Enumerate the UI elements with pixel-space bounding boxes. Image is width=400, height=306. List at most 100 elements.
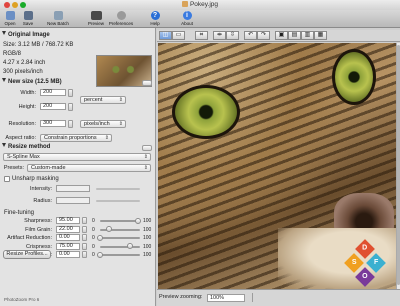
- intensity-slider[interactable]: [96, 188, 140, 190]
- resize-method-select[interactable]: S-Spline Max: [3, 153, 151, 161]
- preferences-button[interactable]: Preferences: [107, 11, 135, 26]
- rotate-left-button[interactable]: ↶: [244, 31, 257, 40]
- fine-tuning-value-field[interactable]: 0.00: [56, 251, 80, 258]
- width-stepper[interactable]: [68, 89, 73, 97]
- fine-tuning-slider[interactable]: [100, 245, 140, 248]
- watermark-letter: F: [373, 259, 379, 266]
- aspect-ratio-select[interactable]: Constrain proportions: [40, 134, 112, 142]
- document-icon: [181, 1, 188, 7]
- slider-min-label: 0: [92, 226, 95, 233]
- watermark-letter: O: [362, 272, 368, 280]
- fine-tuning-stepper[interactable]: [82, 251, 87, 258]
- height-stepper[interactable]: [68, 103, 73, 111]
- vertical-scrollbar[interactable]: [396, 43, 400, 289]
- new-batch-button[interactable]: New Batch: [45, 11, 71, 26]
- fine-tuning-value-field[interactable]: 95.00: [56, 217, 80, 224]
- zoom-window-button[interactable]: [20, 2, 26, 8]
- fine-tuning-value-field[interactable]: 0.00: [56, 234, 80, 241]
- disclosure-triangle-icon: [2, 31, 6, 35]
- status-divider: [252, 293, 253, 302]
- close-window-button[interactable]: [4, 2, 10, 8]
- slider-max-label: 100: [143, 243, 152, 250]
- slider-knob[interactable]: [97, 234, 103, 241]
- help-button[interactable]: ? Help: [146, 11, 164, 26]
- preview-button[interactable]: Preview: [86, 11, 106, 26]
- fine-tuning-stepper[interactable]: [82, 242, 87, 250]
- radius-label: Radius:: [33, 198, 52, 204]
- split-view-button[interactable]: ◫: [159, 31, 172, 40]
- width-label: Width:: [20, 90, 36, 96]
- view-mode-2-button[interactable]: ▤: [288, 31, 301, 40]
- fine-tuning-label: Film Grain:: [25, 226, 52, 233]
- size-unit-select[interactable]: percent: [80, 96, 126, 104]
- new-size-options-button[interactable]: [142, 80, 152, 86]
- resize-method-section-header[interactable]: Resize method: [0, 143, 156, 151]
- fine-tuning-label: Artifact Reduction:: [7, 235, 52, 241]
- presets-label: Presets:: [3, 165, 24, 171]
- minimize-window-button[interactable]: [12, 2, 18, 8]
- rotate-right-button[interactable]: ↷: [257, 31, 270, 40]
- slider-max-label: 100: [143, 235, 152, 241]
- intensity-label: Intensity:: [29, 186, 52, 192]
- resolution-stepper[interactable]: [68, 120, 73, 128]
- new-batch-label: New Batch: [47, 21, 69, 26]
- slider-max-label: 100: [143, 218, 152, 224]
- preferences-label: Preferences: [108, 21, 134, 26]
- resolution-field[interactable]: 300: [40, 120, 66, 127]
- save-button[interactable]: Save: [20, 11, 36, 26]
- original-image-section-header[interactable]: Original Image: [0, 31, 156, 39]
- resolution-unit-select[interactable]: pixels/inch: [80, 120, 126, 128]
- view-mode-1-button[interactable]: ▣: [275, 31, 288, 40]
- unsharp-masking-checkbox[interactable]: [4, 176, 10, 182]
- resize-method-options-button[interactable]: [142, 145, 152, 151]
- help-label: Help: [150, 21, 160, 26]
- watermark-letter: S: [351, 258, 357, 266]
- fine-tuning-stepper[interactable]: [82, 225, 87, 233]
- view-mode-3-button[interactable]: ▥: [301, 31, 314, 40]
- slider-knob[interactable]: [97, 251, 103, 258]
- app-name-footer: PhotoZoom Pro 6: [4, 297, 40, 302]
- slider-knob[interactable]: [135, 217, 141, 224]
- section-title: New size (12.5 MB): [8, 79, 62, 85]
- radius-slider[interactable]: [96, 200, 140, 202]
- cat-eye-left: [172, 85, 240, 139]
- width-field[interactable]: 200: [40, 89, 66, 96]
- gear-icon: [116, 11, 126, 20]
- settings-sidebar: Original Image Size: 3.12 MB / 768.72 KB…: [0, 28, 156, 306]
- presets-select[interactable]: Custom-made: [27, 164, 151, 172]
- new-size-section-header[interactable]: New size (12.5 MB): [0, 78, 156, 86]
- cat-eye-right: [332, 49, 376, 105]
- slider-knob[interactable]: [105, 226, 112, 232]
- zoom-level-select[interactable]: 100%: [207, 294, 245, 302]
- radius-field[interactable]: [56, 197, 90, 204]
- flip-horizontal-button[interactable]: ⇹: [213, 31, 226, 40]
- preview-zooming-label: Preview zooming:: [159, 294, 203, 300]
- fine-tuning-slider[interactable]: [100, 220, 140, 222]
- about-label: About: [181, 21, 193, 26]
- slider-knob[interactable]: [127, 243, 133, 249]
- watermark-tile: O: [355, 267, 375, 287]
- help-icon: ?: [150, 11, 160, 20]
- fine-tuning-slider[interactable]: [100, 254, 140, 256]
- fine-tuning-value-field[interactable]: 22.00: [56, 225, 80, 233]
- section-title: Resize method: [8, 144, 51, 150]
- compare-view-button[interactable]: ▭: [172, 31, 185, 40]
- main-toolbar: Open Save New Batch Preview Preferences …: [0, 10, 400, 28]
- preview-label: Preview: [87, 21, 104, 26]
- save-icon: [23, 11, 33, 20]
- height-field[interactable]: 200: [40, 103, 66, 110]
- crop-tool-button[interactable]: ⌗: [195, 31, 208, 40]
- fine-tuning-value-field[interactable]: 75.00: [56, 242, 80, 250]
- aspect-ratio-label: Aspect ratio:: [5, 135, 36, 141]
- fine-tuning-stepper[interactable]: [82, 217, 87, 224]
- resize-profiles-button[interactable]: Resize Profiles...: [3, 250, 51, 259]
- about-button[interactable]: i About: [178, 11, 196, 26]
- height-label: Height:: [18, 104, 36, 110]
- view-mode-4-button[interactable]: ▦: [314, 31, 327, 40]
- fine-tuning-stepper[interactable]: [82, 234, 87, 241]
- flip-vertical-button[interactable]: ⇳: [226, 31, 239, 40]
- fine-tuning-slider[interactable]: [100, 237, 140, 239]
- open-button[interactable]: Open: [2, 11, 18, 26]
- disclosure-triangle-icon: [2, 143, 6, 147]
- intensity-field[interactable]: [56, 185, 90, 192]
